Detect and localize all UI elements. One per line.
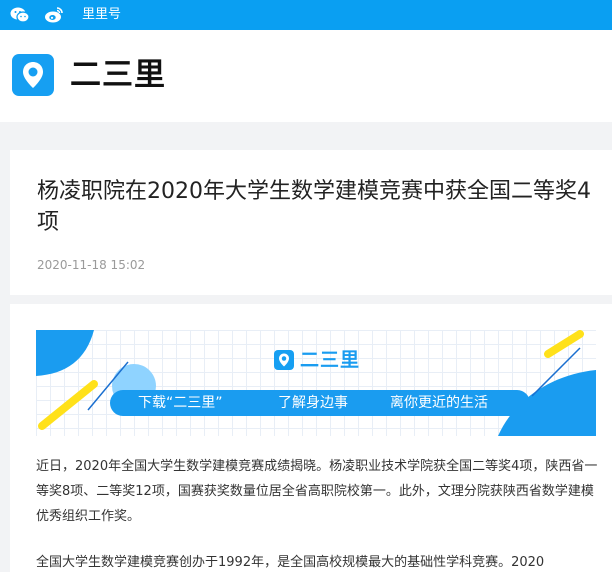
brand-name[interactable]: 二三里 bbox=[70, 55, 166, 95]
location-pin-icon[interactable] bbox=[12, 54, 54, 96]
article-date: 2020-11-18 15:02 bbox=[37, 258, 146, 272]
banner-decoration bbox=[36, 330, 596, 436]
site-header: 二三里 bbox=[0, 30, 612, 122]
banner-slogan-download: 下载“二三里” bbox=[138, 395, 223, 411]
article-body-card: 二三里 下载“二三里” 了解身边事 离你更近的生活 近日，2020年全国大学生数… bbox=[10, 304, 612, 572]
banner-logo-icon bbox=[274, 350, 294, 370]
article-title: 杨凌职院在2020年大学生数学建模竞赛中获全国二等奖4项 bbox=[37, 179, 591, 235]
article-paragraph: 全国大学生数学建模竞赛创办于1992年，是全国高校规模最大的基础性学科竞赛。20… bbox=[36, 555, 545, 570]
banner-slogan-local: 了解身边事 bbox=[278, 395, 348, 411]
article-paragraph: 近日，2020年全国大学生数学建模竞赛成绩揭晓。杨凌职业技术学院获全国二等奖4项… bbox=[36, 459, 598, 524]
top-bar: 里里号 bbox=[0, 0, 612, 30]
banner-brand: 二三里 bbox=[300, 349, 361, 371]
banner-slogan-closer: 离你更近的生活 bbox=[390, 395, 488, 411]
weibo-icon[interactable] bbox=[44, 6, 64, 24]
article-header-card: 杨凌职院在2020年大学生数学建模竞赛中获全国二等奖4项 2020-11-18 … bbox=[10, 150, 612, 295]
lili-hao-link[interactable]: 里里号 bbox=[82, 6, 121, 24]
download-banner[interactable]: 二三里 下载“二三里” 了解身边事 离你更近的生活 bbox=[36, 330, 596, 436]
wechat-icon[interactable] bbox=[10, 6, 30, 24]
